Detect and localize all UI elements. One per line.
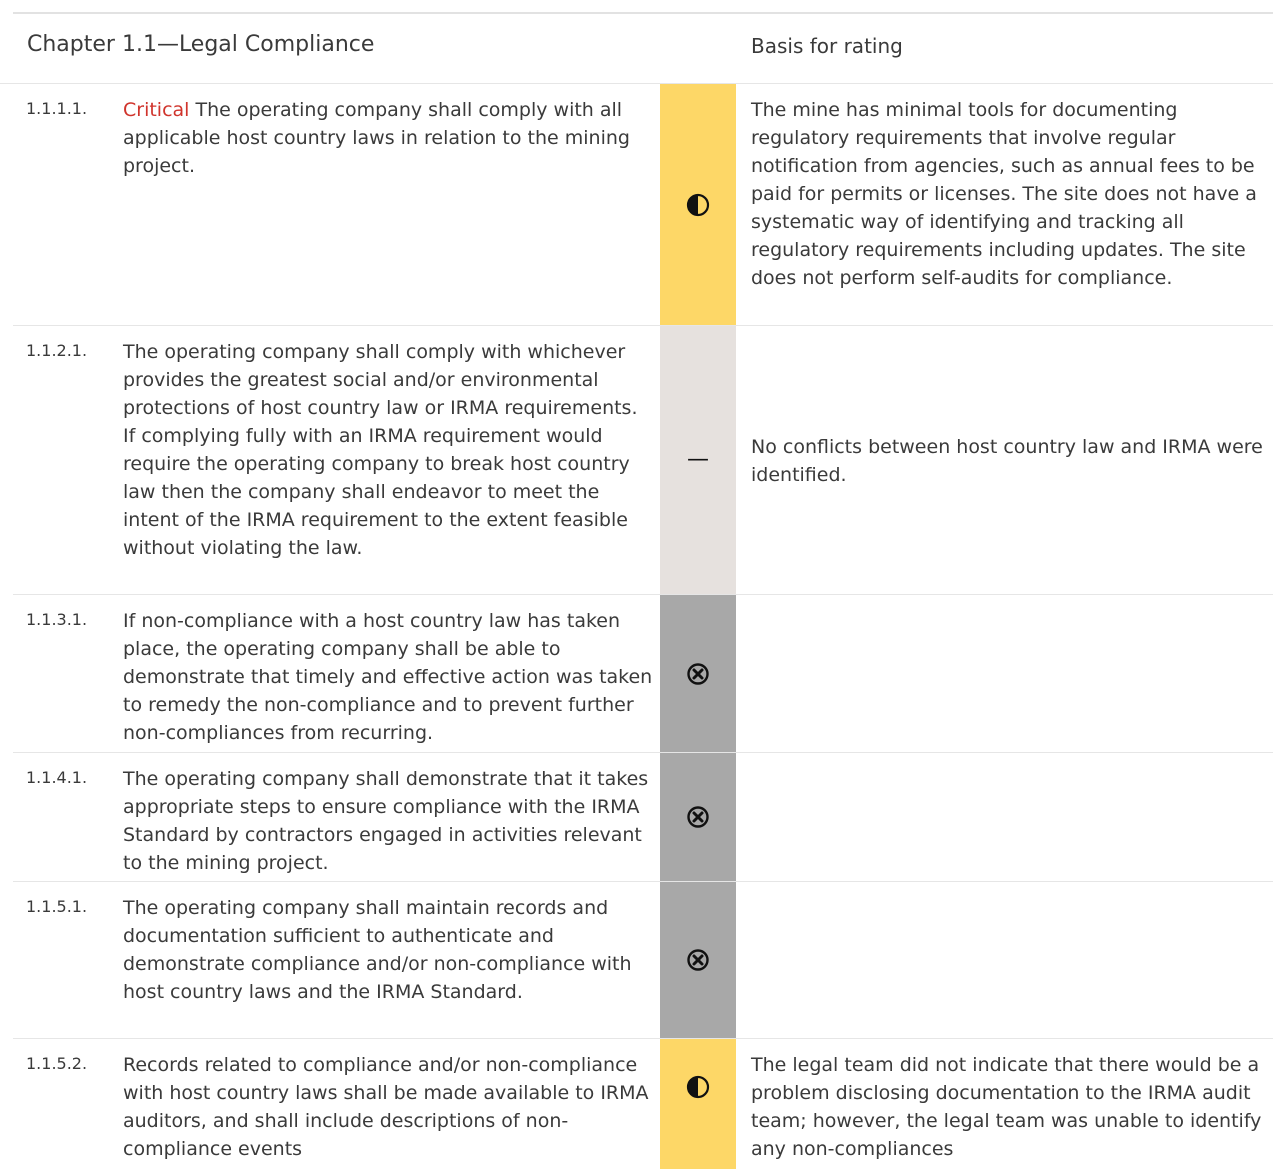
rating-not-met xyxy=(660,753,736,881)
rating-partially-met xyxy=(660,84,736,325)
requirement-number: 1.1.4.1. xyxy=(26,768,88,787)
rating-not-applicable: — xyxy=(660,326,736,594)
requirement-text: If non-compliance with a host country la… xyxy=(123,610,653,744)
half-circle-icon xyxy=(686,193,710,216)
half-circle-icon xyxy=(686,1075,710,1099)
requirement-number: 1.1.2.1. xyxy=(26,341,88,360)
table-row: 1.1.3.1. If non-compliance with a host c… xyxy=(13,595,1273,753)
chapter-title: Chapter 1.1—Legal Compliance xyxy=(27,32,375,57)
table-row: 1.1.2.1. The operating company shall com… xyxy=(13,326,1273,595)
requirement-text: Critical The operating company shall comp… xyxy=(123,99,630,177)
basis-text: The legal team did not indicate that the… xyxy=(751,1054,1262,1160)
requirement-text: The operating company shall comply with … xyxy=(123,341,638,559)
requirement-number: 1.1.5.2. xyxy=(26,1054,88,1073)
circled-x-icon xyxy=(687,662,709,685)
requirement-text: The operating company shall maintain rec… xyxy=(123,897,632,1003)
basis-text: The mine has minimal tools for documenti… xyxy=(751,99,1257,289)
table-row: 1.1.5.1. The operating company shall mai… xyxy=(13,882,1273,1039)
dash-icon: — xyxy=(687,447,709,472)
requirement-number: 1.1.1.1. xyxy=(26,99,88,118)
rating-not-met xyxy=(660,595,736,752)
table-row: 1.1.4.1. The operating company shall dem… xyxy=(13,753,1273,882)
requirement-number: 1.1.5.1. xyxy=(26,897,88,916)
requirement-number: 1.1.3.1. xyxy=(26,610,88,629)
table-row: 1.1.5.2. Records related to compliance a… xyxy=(13,1039,1273,1169)
basis-text: No conflicts between host country law an… xyxy=(751,436,1263,486)
rating-not-met xyxy=(660,882,736,1038)
rating-partially-met xyxy=(660,1039,736,1169)
critical-label: Critical xyxy=(123,99,190,121)
circled-x-icon xyxy=(687,806,709,828)
requirement-text: The operating company shall demonstrate … xyxy=(123,768,649,874)
table-row: 1.1.1.1. Critical The operating company s… xyxy=(13,84,1273,326)
table-header: Chapter 1.1—Legal Compliance Basis for r… xyxy=(0,14,1273,84)
requirement-text: Records related to compliance and/or non… xyxy=(123,1054,649,1160)
circled-x-icon xyxy=(687,949,709,971)
basis-heading: Basis for rating xyxy=(751,34,903,58)
